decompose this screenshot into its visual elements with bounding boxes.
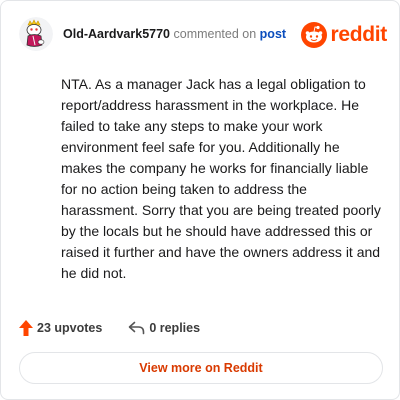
reddit-logo[interactable]: reddit bbox=[301, 21, 387, 49]
upvote-button[interactable]: 23 upvotes bbox=[19, 320, 102, 336]
reddit-wordmark: reddit bbox=[330, 23, 387, 46]
post-link[interactable]: post bbox=[260, 27, 286, 41]
upvote-arrow-icon bbox=[19, 320, 33, 336]
view-more-button[interactable]: View more on Reddit bbox=[19, 352, 383, 384]
reply-count: 0 replies bbox=[149, 321, 201, 335]
comment-actions: 23 upvotes 0 replies bbox=[19, 317, 200, 339]
reply-button[interactable]: 0 replies bbox=[128, 321, 200, 335]
reply-arrow-icon bbox=[129, 321, 145, 335]
comment-header: Old-Aardvark5770 commented on post reddi… bbox=[19, 17, 387, 53]
snoo-avatar-icon[interactable] bbox=[19, 17, 53, 51]
upvote-count: 23 upvotes bbox=[37, 321, 103, 335]
reddit-comment-card: Old-Aardvark5770 commented on post reddi… bbox=[0, 0, 400, 400]
reddit-logo-icon bbox=[301, 22, 328, 48]
username-link[interactable]: Old-Aardvark5770 bbox=[63, 27, 170, 41]
comment-meta: Old-Aardvark5770 commented on post bbox=[63, 26, 286, 42]
comment-text: NTA. As a manager Jack has a legal oblig… bbox=[61, 76, 381, 281]
action-text: commented on bbox=[173, 27, 257, 41]
